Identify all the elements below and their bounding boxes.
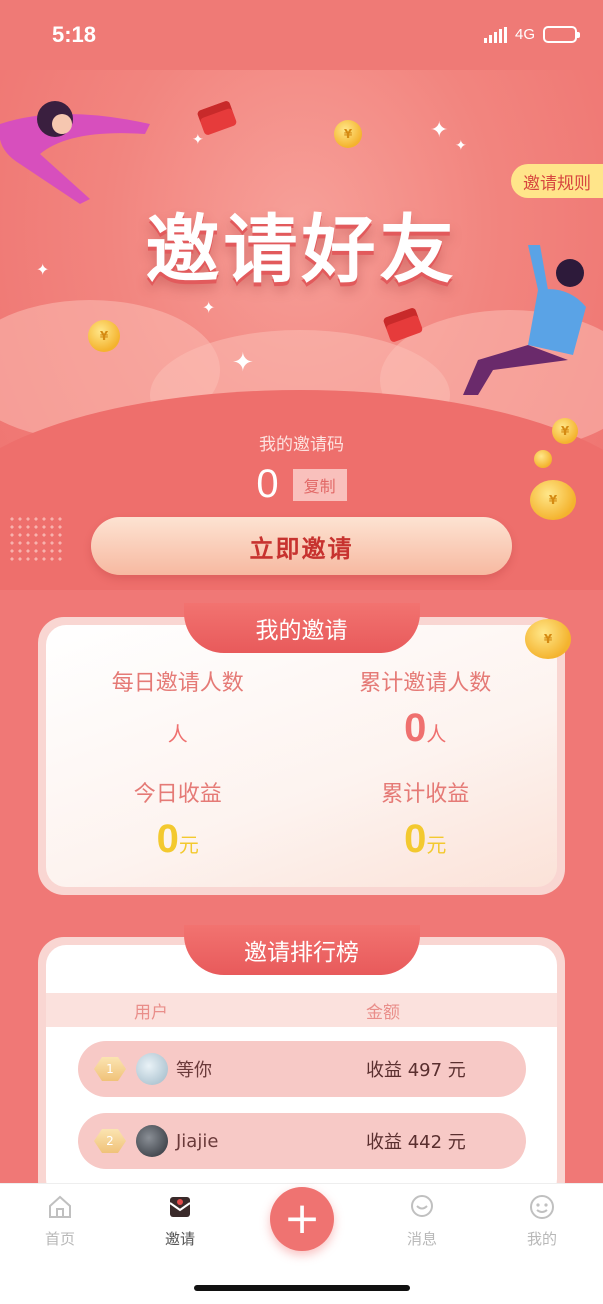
dots-decoration	[8, 515, 64, 563]
invite-stats: 每日邀请人数 人 累计邀请人数 0人 今日收益 0元 累计收益 0元	[54, 665, 549, 869]
message-icon	[411, 1195, 433, 1217]
ranking-row[interactable]: 2 Jiajie 收益 442 元	[78, 1113, 526, 1169]
person-illustration-left	[0, 101, 150, 204]
sparkle-icon: ✦	[202, 298, 216, 317]
add-button[interactable]: +	[270, 1187, 334, 1251]
tab-home[interactable]: 首页	[20, 1194, 100, 1249]
stat-unit: 元	[426, 835, 447, 857]
tab-mine[interactable]: 我的	[502, 1194, 582, 1249]
battery-icon	[543, 26, 580, 43]
rank-badge-icon: 1	[94, 1057, 126, 1081]
stat-label: 累计邀请人数	[359, 671, 492, 696]
tab-label: 邀请	[164, 1230, 195, 1248]
invite-now-button[interactable]: 立即邀请	[91, 517, 512, 575]
rank-badge-icon: 2	[94, 1129, 126, 1153]
stat-label: 累计收益	[381, 782, 470, 807]
today-income-stat: 今日收益 0元	[54, 776, 302, 869]
invite-code-value: 0	[256, 462, 279, 506]
profile-icon	[530, 1195, 554, 1219]
home-indicator	[194, 1285, 410, 1291]
total-invites-stat: 累计邀请人数 0人	[302, 665, 550, 758]
invite-code-row: 0 复制	[0, 462, 603, 507]
ranking-title: 邀请排行榜	[183, 925, 420, 975]
stat-value: 0元	[54, 816, 302, 869]
ranking-panel: 用户 金额 1 等你 收益 497 元 2 Jiajie 收益 442 元	[38, 937, 565, 1207]
network-label: 4G	[514, 26, 535, 43]
total-income-stat: 累计收益 0元	[302, 776, 550, 869]
ranking-row[interactable]: 1 等你 收益 497 元	[78, 1041, 526, 1097]
home-icon	[49, 1195, 71, 1218]
copy-button[interactable]: 复制	[292, 468, 347, 501]
avatar	[136, 1053, 168, 1085]
my-invite-title: 我的邀请	[183, 603, 420, 653]
tab-label: 消息	[406, 1230, 437, 1248]
tab-invite[interactable]: 邀请	[140, 1194, 220, 1249]
sparkle-icon: ✦	[192, 132, 204, 148]
my-invite-panel: ¥ 每日邀请人数 人 累计邀请人数 0人 今日收益 0元 累计收益 0元	[38, 617, 571, 895]
invite-code-label: 我的邀请码	[259, 435, 344, 455]
ranking-amount: 收益 442 元	[366, 1132, 466, 1153]
sparkle-icon: ✦	[455, 138, 467, 154]
total-income-value: 0	[404, 817, 427, 861]
avatar	[136, 1125, 168, 1157]
ranking-user-name: Jiajie	[176, 1130, 219, 1152]
sparkle-icon: ✦	[430, 118, 449, 143]
status-indicators: 4G	[483, 26, 580, 43]
signal-icon	[483, 26, 507, 43]
daily-invites-stat: 每日邀请人数 人	[54, 665, 302, 758]
hero-banner: ¥ ¥ ¥ ¥ ✦ ✦ ✦ ✦ ✦ ✦ 邀请好友 邀请规则	[0, 70, 603, 590]
page-title: 邀请好友	[145, 207, 458, 293]
ranking-user-name: 等你	[176, 1060, 212, 1081]
coin-decoration: ¥	[525, 619, 571, 659]
tab-label: 首页	[44, 1230, 75, 1248]
stat-value: 人	[54, 705, 302, 758]
stat-unit: 人	[426, 724, 447, 746]
status-time: 5:18	[52, 22, 97, 47]
ranking-card: 用户 金额 1 等你 收益 497 元 2 Jiajie 收益 442 元	[46, 945, 557, 1199]
ranking-amount: 收益 497 元	[366, 1060, 466, 1081]
invite-rules-button[interactable]: 邀请规则	[511, 164, 603, 198]
stat-label: 每日邀请人数	[111, 671, 244, 696]
invite-envelope-icon	[169, 1197, 191, 1217]
ranking-table-header: 用户 金额	[46, 993, 557, 1027]
total-invites-value: 0	[404, 706, 427, 750]
today-income-value: 0	[156, 817, 179, 861]
stat-unit: 元	[178, 835, 199, 857]
tab-messages[interactable]: 消息	[382, 1194, 462, 1249]
coin-decoration: ¥	[334, 120, 362, 148]
tab-label: 我的	[526, 1230, 557, 1248]
my-invite-card: ¥ 每日邀请人数 人 累计邀请人数 0人 今日收益 0元 累计收益 0元	[46, 619, 571, 887]
stat-value: 0人	[302, 705, 550, 758]
coin-decoration: ¥	[88, 320, 120, 352]
red-envelope-decoration	[196, 99, 238, 137]
sparkle-icon: ✦	[232, 348, 254, 378]
stat-value: 0元	[302, 816, 550, 869]
status-bar: 5:18 4G	[0, 0, 603, 70]
stat-label: 今日收益	[133, 782, 222, 807]
column-header-user: 用户	[134, 1002, 168, 1023]
column-header-amount: 金额	[366, 1002, 400, 1023]
stat-unit: 人	[167, 724, 188, 746]
